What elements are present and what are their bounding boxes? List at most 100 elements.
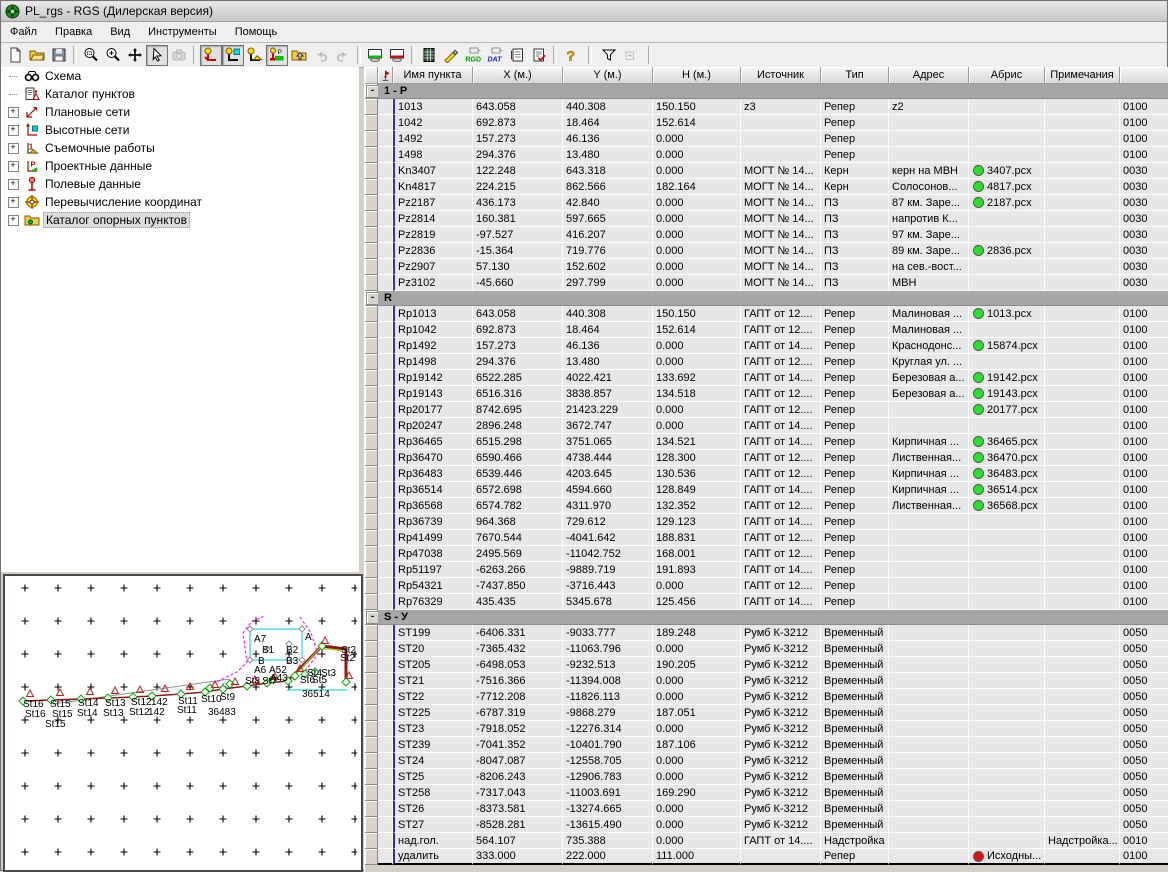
view-report-button[interactable] [528,45,550,66]
cell-type[interactable]: ПЗ [821,211,889,227]
group-title[interactable]: S - У [378,610,1168,625]
cell-y[interactable]: -13615.490 [563,817,653,833]
cell-x[interactable]: 2896.248 [473,418,563,434]
cell-address[interactable] [889,833,969,849]
cell-notes[interactable] [1045,147,1120,163]
cell-type[interactable]: Репер [821,322,889,338]
cell-x[interactable]: 294.376 [473,147,563,163]
cell-code[interactable]: 0100 [1120,434,1168,450]
sidebar-item-высотные-сети[interactable]: +Высотные сети [1,121,359,139]
table-row[interactable]: ST225-6787.319-9868.279187.051Румб К-321… [365,705,1168,721]
map-view[interactable]: St16St15St14St13St12142St11St10St9St16St… [3,574,363,872]
cell-abris[interactable]: 36568.pcx [969,498,1045,514]
cell-name[interactable]: 1498 [393,147,473,163]
cell-x[interactable]: -45.660 [473,275,563,291]
cell-abris[interactable] [969,354,1045,370]
help-button[interactable]: ? [560,45,582,66]
cell-address[interactable] [889,817,969,833]
cell-y[interactable]: 597.665 [563,211,653,227]
column-header-9[interactable]: Примечания [1045,67,1120,84]
cell-type[interactable]: Репер [821,418,889,434]
cell-x[interactable]: 692.873 [473,115,563,131]
cell-code[interactable]: 0100 [1120,466,1168,482]
cell-type[interactable]: Надстройка [821,833,889,849]
sidebar-item-плановые-сети[interactable]: +Плановые сети [1,103,359,121]
zoom-in-button[interactable] [102,45,124,66]
cell-x[interactable]: 6574.782 [473,498,563,514]
cell-x[interactable]: -6787.319 [473,705,563,721]
cell-y[interactable]: -11003.691 [563,785,653,801]
cell-abris[interactable] [969,625,1045,641]
table-row[interactable]: Rp191426522.2854022.421133.692ГАПТ от 14… [365,370,1168,386]
cell-h[interactable]: 130.536 [653,466,741,482]
cell-type[interactable]: Репер [821,466,889,482]
cell-abris[interactable] [969,769,1045,785]
cell-h[interactable]: 132.352 [653,498,741,514]
calculator-button[interactable] [418,45,440,66]
cell-notes[interactable] [1045,530,1120,546]
cell-source[interactable]: Румб К-3212 [741,641,821,657]
table-row[interactable]: Rp36739964.368729.612129.123ГАПТ от 14..… [365,514,1168,530]
cell-address[interactable]: Краснодонс... [889,338,969,354]
cell-notes[interactable] [1045,673,1120,689]
cell-name[interactable]: Kn4817 [393,179,473,195]
cell-notes[interactable] [1045,243,1120,259]
table-row[interactable]: Rp414997670.544-4041.642188.831ГАПТ от 1… [365,530,1168,546]
row-header[interactable] [365,721,378,737]
rgd-export-button[interactable]: RGD [462,45,484,66]
cell-x[interactable]: 6590.466 [473,450,563,466]
cell-abris[interactable] [969,418,1045,434]
row-header[interactable] [365,673,378,689]
cell-abris[interactable] [969,115,1045,131]
cell-address[interactable] [889,641,969,657]
cell-notes[interactable] [1045,211,1120,227]
cell-h[interactable]: 0.000 [653,259,741,275]
cell-h[interactable]: 188.831 [653,530,741,546]
cell-code[interactable]: 0100 [1120,147,1168,163]
cell-code[interactable]: 0050 [1120,753,1168,769]
cell-address[interactable] [889,689,969,705]
cell-notes[interactable] [1045,322,1120,338]
cell-name[interactable]: Rp36483 [393,466,473,482]
cell-h[interactable]: 0.000 [653,243,741,259]
sidebar-item-схема[interactable]: Схема [1,67,359,85]
cell-code[interactable]: 0100 [1120,562,1168,578]
cell-address[interactable]: Малиновая ... [889,322,969,338]
cell-abris[interactable]: 1013.pcx [969,306,1045,322]
row-header[interactable] [365,450,378,466]
cell-type[interactable]: Репер [821,594,889,610]
cell-type[interactable]: Репер [821,546,889,562]
cell-x[interactable]: 692.873 [473,322,563,338]
expand-toggle[interactable]: + [8,215,19,226]
row-header[interactable] [365,259,378,275]
cell-x[interactable]: 333.000 [473,849,563,865]
cell-code[interactable]: 0050 [1120,625,1168,641]
cell-name[interactable]: Kn3407 [393,163,473,179]
cell-name[interactable]: 1492 [393,131,473,147]
cell-x[interactable]: 564.107 [473,833,563,849]
cell-name[interactable]: ST25 [393,769,473,785]
cell-abris[interactable]: 36465.pcx [969,434,1045,450]
cell-source[interactable]: МОГТ № 14... [741,259,821,275]
dat-export-button[interactable]: DAT [484,45,506,66]
cell-name[interactable]: Rp51197 [393,562,473,578]
row-header[interactable] [365,115,378,131]
cell-notes[interactable] [1045,625,1120,641]
cell-x[interactable]: 7670.544 [473,530,563,546]
cell-type[interactable]: Репер [821,482,889,498]
cell-h[interactable]: 128.300 [653,450,741,466]
cell-source[interactable]: ГАПТ от 14.... [741,562,821,578]
cell-x[interactable]: 224.215 [473,179,563,195]
cell-address[interactable]: Березовая а... [889,370,969,386]
cell-notes[interactable]: Надстройка... [1045,833,1120,849]
row-header[interactable] [365,562,378,578]
table-row[interactable]: ST199-6406.331-9033.777189.248Румб К-321… [365,625,1168,641]
cell-source[interactable]: ГАПТ от 14.... [741,370,821,386]
row-header[interactable] [365,147,378,163]
cell-x[interactable]: 643.058 [473,306,563,322]
sidebar-item-полевые-данные[interactable]: +Полевые данные [1,175,359,193]
cell-y[interactable]: -3716.443 [563,578,653,594]
menu-item-1[interactable]: Правка [46,24,101,40]
cell-h[interactable]: 0.000 [653,673,741,689]
cell-notes[interactable] [1045,115,1120,131]
